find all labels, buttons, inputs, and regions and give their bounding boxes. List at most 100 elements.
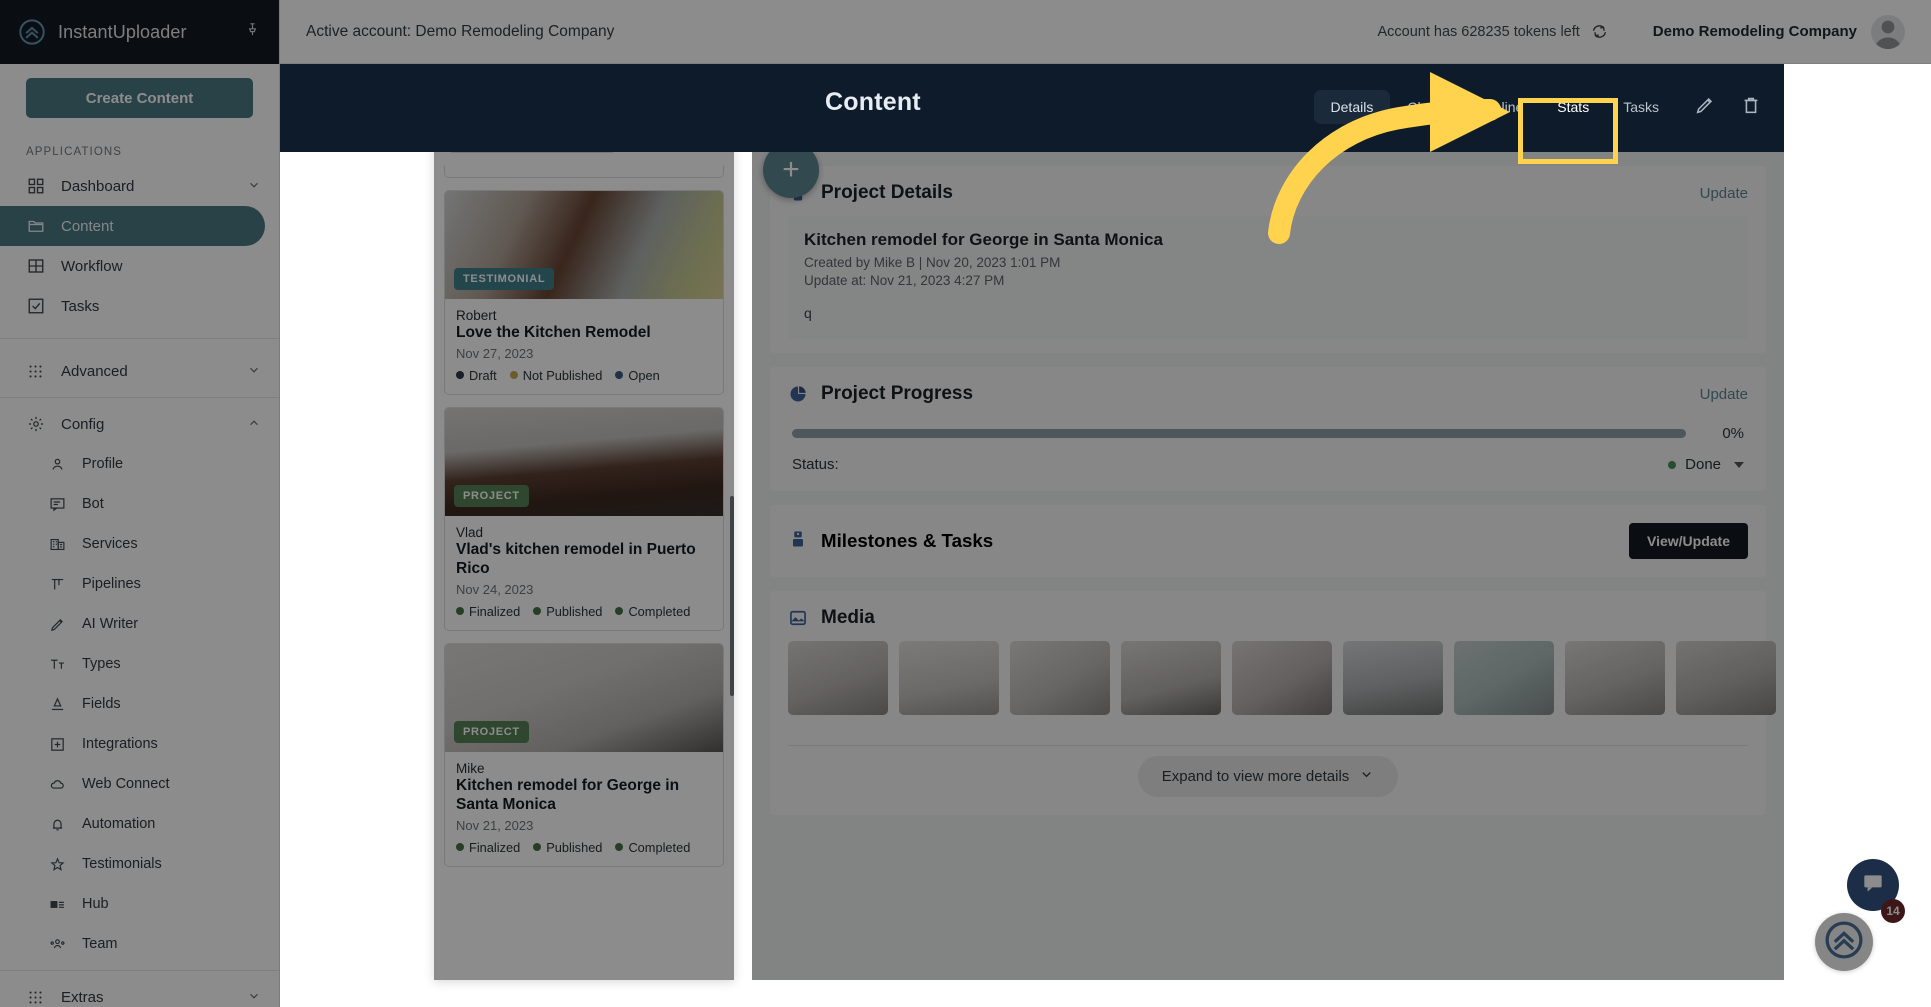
project-details-heading: Project Details	[821, 182, 953, 203]
list-scrollbar[interactable]	[730, 496, 734, 696]
sidebar-item-workflow[interactable]: Workflow	[0, 246, 265, 286]
trash-icon[interactable]	[1740, 94, 1762, 121]
sidebar-item-config[interactable]: Config	[0, 404, 265, 444]
expand-details-button[interactable]: Expand to view more details	[1137, 756, 1399, 797]
caret-down-icon[interactable]	[1734, 461, 1744, 468]
sidebar-item-services[interactable]: Services	[0, 524, 265, 564]
sidebar-item-fields[interactable]: Fields	[0, 684, 265, 724]
sidebar-item-hub[interactable]: Hub	[0, 884, 265, 924]
sidebar-item-types[interactable]: Types	[0, 644, 265, 684]
sidebar-item-label: Hub	[82, 896, 109, 912]
milestones-panel: Milestones & Tasks View/Update	[770, 505, 1766, 577]
chevron-up-icon	[247, 416, 261, 433]
people-icon	[48, 935, 66, 954]
card-tag: Published	[533, 604, 602, 619]
media-thumbnail[interactable]	[1565, 641, 1665, 715]
sidebar-item-web-connect[interactable]: Web Connect	[0, 764, 265, 804]
sidebar-item-integrations[interactable]: Integrations	[0, 724, 265, 764]
list-item[interactable]	[444, 166, 724, 178]
sidebar: InstantUploader Create Content APPLICATI…	[0, 0, 280, 1007]
media-panel: Media Expand to view more details	[770, 591, 1776, 815]
chevron-down-icon	[1359, 767, 1374, 786]
sidebar-divider-2	[0, 397, 279, 398]
pipeline-icon	[48, 575, 66, 594]
card-tag: Published	[533, 840, 602, 855]
top-bar: Active account: Demo Remodeling Company …	[280, 0, 1931, 64]
token-balance: Account has 628235 tokens left	[1377, 22, 1608, 41]
tab-details-bright[interactable]: Details	[1313, 90, 1391, 124]
sidebar-item-advanced[interactable]: Advanced	[0, 351, 265, 391]
sidebar-item-label: Workflow	[61, 257, 123, 275]
card-body: Mike Kitchen remodel for George in Santa…	[445, 752, 723, 866]
scroll-top-button[interactable]	[1815, 913, 1873, 971]
sidebar-item-label: Extras	[61, 988, 104, 1006]
media-strip	[770, 635, 1776, 737]
project-progress-update-link[interactable]: Update	[1700, 386, 1748, 403]
milestones-heading: Milestones & Tasks	[821, 530, 994, 551]
list-item[interactable]: PROJECT Vlad Vlad's kitchen remodel in P…	[444, 406, 724, 631]
sidebar-item-pipelines[interactable]: Pipelines	[0, 564, 265, 604]
sidebar-divider-3	[0, 970, 279, 971]
sidebar-item-content[interactable]: Content	[0, 206, 265, 246]
media-thumbnail[interactable]	[1676, 641, 1776, 715]
media-thumbnail[interactable]	[1232, 641, 1332, 715]
status-badge[interactable]: Done	[1668, 456, 1744, 473]
project-progress-heading: Project Progress	[821, 383, 974, 404]
account-name[interactable]: Demo Remodeling Company	[1653, 23, 1857, 40]
pin-icon[interactable]	[244, 21, 261, 43]
chat-bubble-icon	[1860, 870, 1886, 901]
tab-chat-bright[interactable]: Chat	[1390, 90, 1454, 124]
sidebar-item-profile[interactable]: Profile	[0, 444, 265, 484]
plus-box-icon	[48, 735, 66, 754]
sidebar-item-team[interactable]: Team	[0, 924, 265, 964]
milestones-header: Milestones & Tasks View/Update	[770, 505, 1766, 577]
text-format-icon	[48, 655, 66, 674]
bell-icon	[48, 815, 66, 834]
card-tag: Finalized	[456, 840, 520, 855]
chevron-down-icon	[247, 363, 261, 380]
project-progress-header: Project Progress Update	[770, 367, 1766, 411]
sidebar-item-label: Profile	[82, 456, 124, 472]
media-thumbnail[interactable]	[899, 641, 999, 715]
project-note: q	[804, 305, 812, 321]
detail-header-actions-bright	[1694, 94, 1762, 121]
sidebar-item-testimonials[interactable]: Testimonials	[0, 844, 265, 884]
avatar[interactable]	[1871, 14, 1905, 49]
view-update-button[interactable]: View/Update	[1629, 523, 1748, 559]
sidebar-item-automation[interactable]: Automation	[0, 804, 265, 844]
sidebar-item-extras[interactable]: Extras	[0, 977, 265, 1007]
sidebar-item-label: Fields	[82, 696, 121, 712]
list-item[interactable]: TESTIMONIAL Robert Love the Kitchen Remo…	[444, 190, 724, 395]
chevrons-up-circle-icon	[18, 18, 46, 46]
image-icon	[788, 608, 808, 628]
media-thumbnail[interactable]	[788, 641, 888, 715]
media-thumbnail[interactable]	[1454, 641, 1554, 715]
sidebar-item-bot[interactable]: Bot	[0, 484, 265, 524]
content-card-scroll[interactable]: TESTIMONIAL Robert Love the Kitchen Remo…	[434, 166, 734, 980]
message-icon	[48, 495, 66, 514]
card-tag-label: Finalized	[469, 839, 521, 855]
media-thumbnail[interactable]	[1010, 641, 1110, 715]
detail-tabs-bright: Details Chat Timeline Stats Tasks	[1313, 90, 1676, 124]
media-thumbnail[interactable]	[1343, 641, 1443, 715]
sidebar-item-label: Automation	[82, 816, 156, 832]
building-icon	[48, 535, 66, 554]
brand-header: InstantUploader	[0, 0, 279, 64]
list-item[interactable]: PROJECT Mike Kitchen remodel for George …	[444, 642, 724, 867]
create-content-button[interactable]: Create Content	[26, 78, 253, 118]
card-date: Nov 24, 2023	[456, 581, 534, 597]
sidebar-item-label: Integrations	[82, 736, 158, 752]
media-thumbnail[interactable]	[1121, 641, 1221, 715]
sidebar-item-dashboard[interactable]: Dashboard	[0, 166, 265, 206]
field-icon	[48, 695, 66, 714]
pencil-icon[interactable]	[1694, 94, 1716, 121]
cloud-icon	[48, 775, 66, 794]
sidebar-item-label: Types	[82, 656, 121, 672]
stats-tab-highlight-box	[1518, 98, 1618, 164]
project-details-update-link[interactable]: Update	[1700, 185, 1748, 202]
sidebar-item-ai-writer[interactable]: AI Writer	[0, 604, 265, 644]
sidebar-item-tasks[interactable]: Tasks	[0, 286, 265, 326]
refresh-icon[interactable]	[1590, 22, 1609, 41]
project-details-header: Project Details Update	[770, 166, 1766, 210]
card-tag: Completed	[615, 604, 690, 619]
